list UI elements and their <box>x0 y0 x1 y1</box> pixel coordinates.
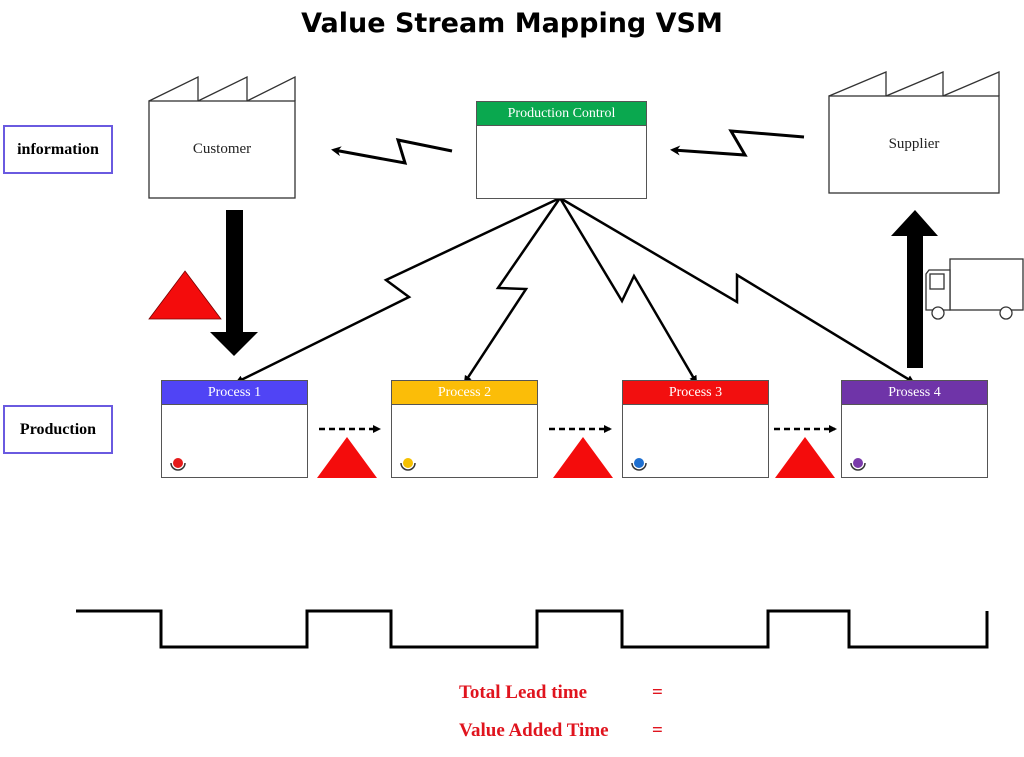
production-control-box[interactable]: Production Control <box>476 101 647 199</box>
info-arrow-to-process-1 <box>235 196 561 384</box>
value-added-time-label: Value Added Time <box>459 720 609 741</box>
inventory-triangle-icon <box>317 437 377 478</box>
operator-icon <box>631 458 647 471</box>
value-added-time-value: = <box>652 720 663 741</box>
operator-icon <box>170 458 186 471</box>
process-box-3[interactable]: Process 3 <box>622 380 769 478</box>
process-header: Process 2 <box>392 381 537 405</box>
process-box-2[interactable]: Process 2 <box>391 380 538 478</box>
electronic-info-arrow-to-customer <box>331 138 453 165</box>
inventory-triangle-icon <box>553 437 613 478</box>
process-header: Process 1 <box>162 381 307 405</box>
process-box-1[interactable]: Process 1 <box>161 380 308 478</box>
process-header: Process 3 <box>623 381 768 405</box>
info-arrow-to-process-4 <box>559 196 915 384</box>
timeline-ladder <box>76 609 989 649</box>
info-arrow-to-process-2 <box>463 197 562 384</box>
operator-icon <box>850 458 866 471</box>
production-control-header: Production Control <box>477 102 646 126</box>
process-header: Prosess 4 <box>842 381 987 405</box>
process-box-4[interactable]: Prosess 4 <box>841 380 988 478</box>
shipment-arrow-down <box>210 210 258 356</box>
electronic-info-arrow-from-supplier <box>670 129 805 157</box>
total-lead-time-value: = <box>652 682 663 703</box>
customer-label: Customer <box>192 141 252 157</box>
truck-icon <box>925 258 1024 320</box>
supplier-label: Supplier <box>888 136 940 152</box>
supplier-factory-icon[interactable] <box>828 71 1000 194</box>
total-lead-time-label: Total Lead time <box>459 682 588 703</box>
operator-icon <box>400 458 416 471</box>
inventory-triangle-icon <box>775 437 835 478</box>
info-arrow-to-process-3 <box>558 197 698 384</box>
inventory-triangle-icon <box>148 270 222 320</box>
customer-factory-icon[interactable] <box>148 75 296 199</box>
